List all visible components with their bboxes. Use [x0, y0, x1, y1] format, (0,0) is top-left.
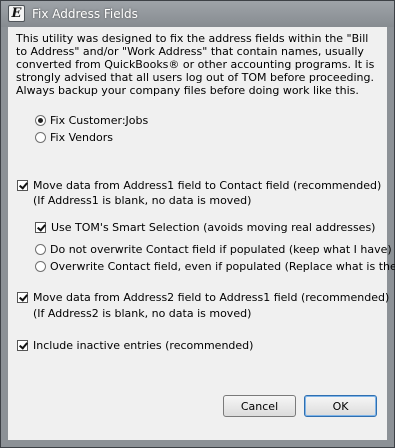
radio-fix-customer-jobs[interactable]: Fix Customer:Jobs	[35, 114, 148, 127]
radio-label: Fix Vendors	[50, 131, 113, 144]
radio-overwrite-contact[interactable]: Overwrite Contact field, even if populat…	[35, 260, 395, 273]
checkbox-checked-icon[interactable]	[17, 340, 28, 351]
intro-description: This utility was designed to fix the add…	[16, 32, 375, 97]
checkbox-label: Include inactive entries (recommended)	[33, 339, 254, 352]
title-bar[interactable]: E Fix Address Fields	[1, 1, 394, 27]
checkbox-label: Move data from Address1 field to Contact…	[33, 179, 382, 192]
checkbox-smart-selection[interactable]: Use TOM's Smart Selection (avoids moving…	[35, 221, 375, 234]
radio-unselected-icon[interactable]	[35, 261, 46, 272]
cancel-button[interactable]: Cancel	[223, 395, 296, 417]
ok-button[interactable]: OK	[304, 395, 377, 417]
checkbox-include-inactive[interactable]: Include inactive entries (recommended)	[17, 339, 253, 352]
radio-label: Fix Customer:Jobs	[50, 114, 149, 127]
checkbox-label: Use TOM's Smart Selection (avoids moving…	[51, 221, 376, 234]
address1-note: (If Address1 is blank, no data is moved)	[33, 194, 252, 207]
dialog-body: This utility was designed to fix the add…	[8, 27, 395, 440]
radio-label: Overwrite Contact field, even if populat…	[50, 260, 395, 273]
radio-label: Do not overwrite Contact field if popula…	[50, 243, 392, 256]
radio-unselected-icon[interactable]	[35, 244, 46, 255]
radio-unselected-icon[interactable]	[35, 132, 46, 143]
checkbox-label: Move data from Address2 field to Address…	[33, 291, 390, 304]
checkbox-checked-icon[interactable]	[17, 180, 28, 191]
checkbox-move-address1[interactable]: Move data from Address1 field to Contact…	[17, 179, 381, 192]
checkbox-checked-icon[interactable]	[35, 222, 46, 233]
radio-selected-icon[interactable]	[35, 115, 46, 126]
address2-note: (If Address2 is blank, no data is moved)	[33, 307, 252, 320]
checkbox-move-address2[interactable]: Move data from Address2 field to Address…	[17, 291, 389, 304]
fix-address-dialog: E Fix Address Fields This utility was de…	[0, 0, 395, 448]
window-title: Fix Address Fields	[32, 7, 138, 21]
radio-fix-vendors[interactable]: Fix Vendors	[35, 131, 113, 144]
app-logo-icon: E	[8, 5, 25, 22]
radio-do-not-overwrite[interactable]: Do not overwrite Contact field if popula…	[35, 243, 392, 256]
checkbox-checked-icon[interactable]	[17, 292, 28, 303]
